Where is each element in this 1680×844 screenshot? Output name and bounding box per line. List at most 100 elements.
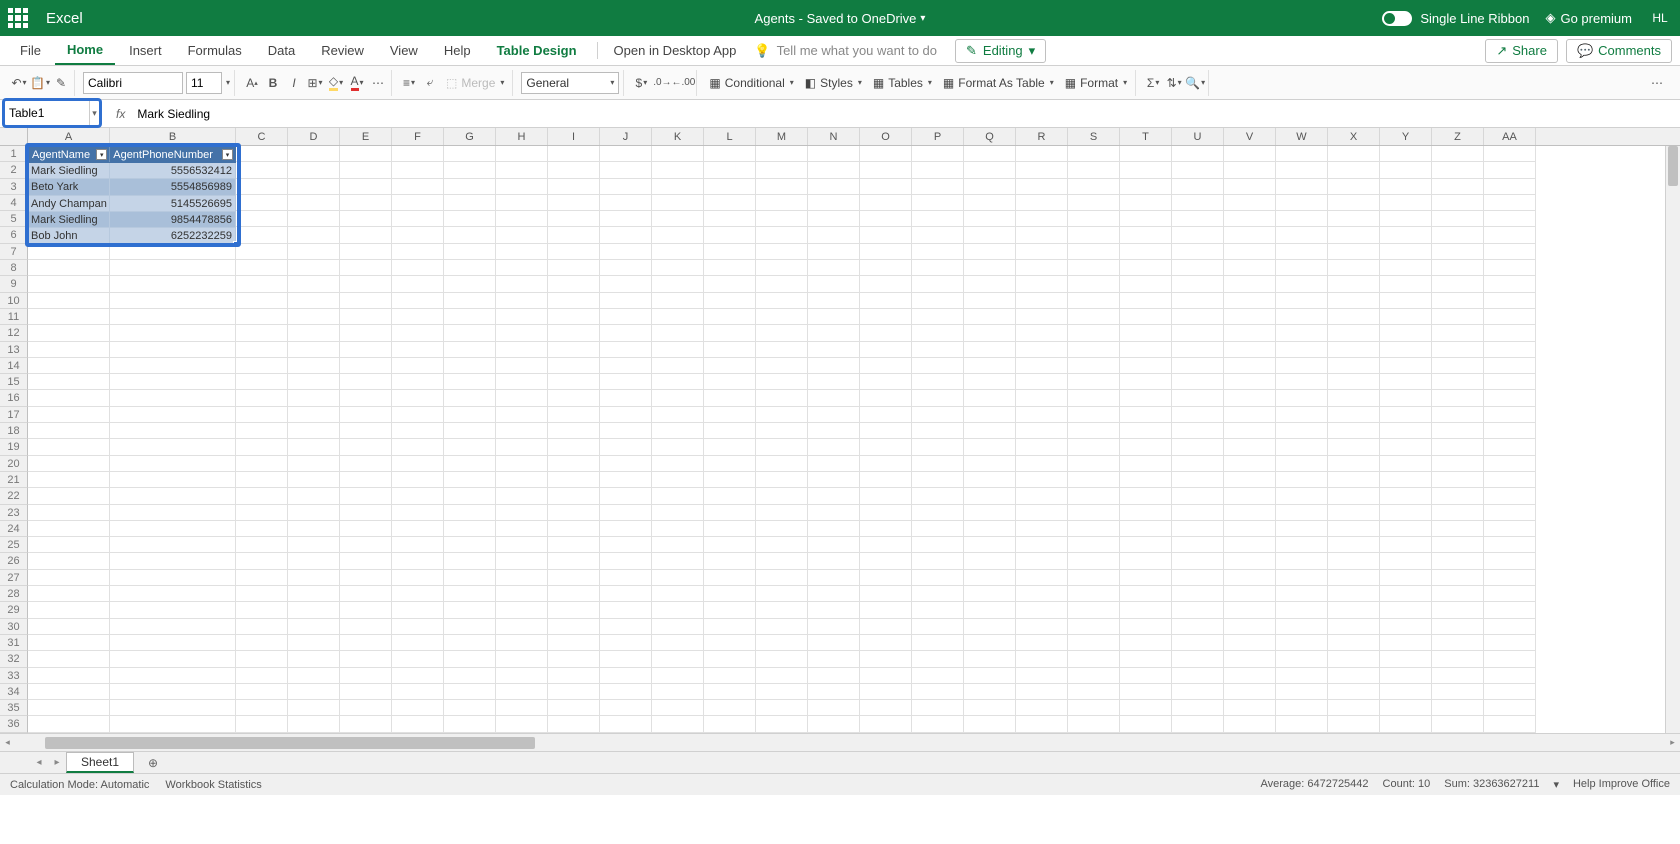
cell[interactable]	[1380, 651, 1432, 667]
column-header[interactable]: R	[1016, 128, 1068, 145]
cell[interactable]	[1380, 716, 1432, 732]
cell[interactable]	[756, 179, 808, 195]
cell[interactable]	[444, 374, 496, 390]
cell[interactable]	[964, 358, 1016, 374]
cell[interactable]	[756, 570, 808, 586]
cell[interactable]	[964, 488, 1016, 504]
cell[interactable]	[600, 293, 652, 309]
cell[interactable]	[496, 553, 548, 569]
cell[interactable]	[444, 619, 496, 635]
cell[interactable]	[1432, 260, 1484, 276]
number-format-select[interactable]: General ▾	[521, 72, 619, 94]
cell[interactable]	[756, 195, 808, 211]
cell[interactable]	[110, 602, 236, 618]
cell[interactable]	[1432, 684, 1484, 700]
cell[interactable]	[600, 162, 652, 178]
cell[interactable]	[1328, 146, 1380, 162]
cell[interactable]	[28, 684, 110, 700]
cell[interactable]	[236, 227, 288, 243]
cell[interactable]	[1276, 586, 1328, 602]
cell[interactable]	[756, 505, 808, 521]
cell[interactable]	[652, 619, 704, 635]
cell[interactable]	[912, 570, 964, 586]
cell[interactable]	[1224, 179, 1276, 195]
cell[interactable]	[548, 276, 600, 292]
cell[interactable]	[652, 602, 704, 618]
decrease-decimal-button[interactable]: .0→	[653, 74, 671, 92]
cell[interactable]	[600, 211, 652, 227]
cell[interactable]	[110, 521, 236, 537]
cell[interactable]	[392, 260, 444, 276]
cell[interactable]	[288, 374, 340, 390]
column-header[interactable]: D	[288, 128, 340, 145]
cell[interactable]	[444, 423, 496, 439]
cell[interactable]	[1224, 505, 1276, 521]
cell[interactable]	[1172, 456, 1224, 472]
cell[interactable]	[1172, 586, 1224, 602]
cell[interactable]	[1068, 195, 1120, 211]
cell[interactable]	[1432, 602, 1484, 618]
cell[interactable]	[964, 716, 1016, 732]
cell[interactable]	[496, 439, 548, 455]
cell[interactable]	[28, 260, 110, 276]
cell[interactable]	[1380, 162, 1432, 178]
cell[interactable]	[340, 195, 392, 211]
cell[interactable]	[548, 439, 600, 455]
cell[interactable]	[1484, 439, 1536, 455]
cell[interactable]	[288, 553, 340, 569]
cell[interactable]	[808, 342, 860, 358]
cell[interactable]	[964, 619, 1016, 635]
cell[interactable]	[496, 716, 548, 732]
more-commands-icon[interactable]: ⋯	[1648, 74, 1666, 92]
cell[interactable]	[756, 651, 808, 667]
cell[interactable]	[1068, 309, 1120, 325]
cell[interactable]	[1016, 602, 1068, 618]
cell[interactable]	[236, 521, 288, 537]
cell[interactable]	[1172, 651, 1224, 667]
cell[interactable]	[1068, 374, 1120, 390]
cell[interactable]	[912, 505, 964, 521]
cell[interactable]	[652, 374, 704, 390]
cell[interactable]	[1016, 456, 1068, 472]
cell[interactable]	[1016, 619, 1068, 635]
cell[interactable]	[110, 342, 236, 358]
cell[interactable]	[756, 456, 808, 472]
cell[interactable]	[1276, 309, 1328, 325]
cell[interactable]	[1016, 211, 1068, 227]
cell[interactable]	[288, 293, 340, 309]
cell[interactable]	[340, 407, 392, 423]
scroll-left-arrow[interactable]: ◂	[0, 737, 15, 748]
cell[interactable]	[808, 602, 860, 618]
cell[interactable]	[1484, 325, 1536, 341]
table-cell[interactable]: 5554856989	[110, 179, 236, 195]
cell[interactable]	[808, 227, 860, 243]
cell[interactable]	[860, 586, 912, 602]
cell[interactable]	[1380, 553, 1432, 569]
row-header[interactable]: 9	[0, 276, 28, 292]
cell[interactable]	[28, 358, 110, 374]
cell[interactable]	[1276, 423, 1328, 439]
cell[interactable]	[964, 195, 1016, 211]
cell[interactable]	[392, 456, 444, 472]
cell[interactable]	[444, 651, 496, 667]
cell[interactable]	[28, 325, 110, 341]
cell[interactable]	[1328, 570, 1380, 586]
row-header[interactable]: 35	[0, 700, 28, 716]
cell[interactable]	[1276, 668, 1328, 684]
cell[interactable]	[392, 407, 444, 423]
cell[interactable]	[236, 293, 288, 309]
cell[interactable]	[288, 244, 340, 260]
cell[interactable]	[392, 651, 444, 667]
cell[interactable]	[496, 521, 548, 537]
cell[interactable]	[964, 244, 1016, 260]
cell[interactable]	[1276, 619, 1328, 635]
cell[interactable]	[1484, 162, 1536, 178]
cell[interactable]	[1068, 488, 1120, 504]
cell[interactable]	[1484, 668, 1536, 684]
cell[interactable]	[1068, 260, 1120, 276]
cell[interactable]	[392, 162, 444, 178]
cell[interactable]	[1484, 227, 1536, 243]
column-header[interactable]: S	[1068, 128, 1120, 145]
cell[interactable]	[912, 390, 964, 406]
cell[interactable]	[652, 179, 704, 195]
